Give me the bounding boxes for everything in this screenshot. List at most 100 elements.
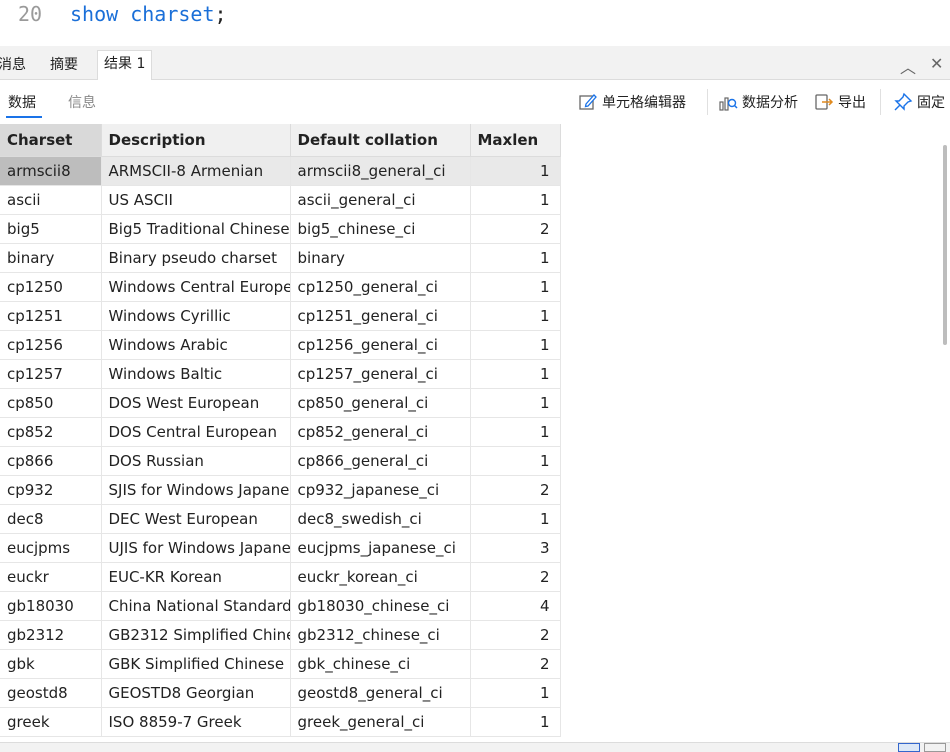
table-cell[interactable]: 1 [470,156,561,186]
table-row[interactable]: cp1251 Windows Cyrillic cp1251_general_ci 1 [0,301,561,331]
table-cell[interactable]: Windows Central Europe [101,272,291,302]
table-row[interactable]: ascii US ASCII ascii_general_ci 1 [0,185,561,215]
table-cell[interactable]: greek_general_ci [290,707,471,737]
table-row[interactable]: gb2312 GB2312 Simplified Chine gb2312_chin… [0,620,561,650]
table-cell[interactable]: 2 [470,620,561,650]
table-cell[interactable]: ARMSCII-8 Armenian [101,156,291,186]
table-cell[interactable]: cp1251 [0,301,102,331]
table-cell[interactable]: cp1250 [0,272,102,302]
table-cell[interactable]: geostd8_general_ci [290,678,471,708]
table-cell[interactable]: gbk_chinese_ci [290,649,471,679]
table-cell[interactable]: 1 [470,359,561,389]
table-cell[interactable]: 1 [470,446,561,476]
tab-messages[interactable]: 消息 [0,54,26,80]
table-cell[interactable]: gb18030_chinese_ci [290,591,471,621]
table-cell[interactable]: 1 [470,330,561,360]
table-cell[interactable]: 3 [470,533,561,563]
table-cell[interactable]: cp1257_general_ci [290,359,471,389]
column-header[interactable]: Maxlen [470,124,561,157]
table-cell[interactable]: Windows Cyrillic [101,301,291,331]
table-cell[interactable]: GEOSTD8 Georgian [101,678,291,708]
table-cell[interactable]: China National Standard [101,591,291,621]
table-cell[interactable]: armscii8 [0,156,102,186]
tab-result-1[interactable]: 结果 1 [97,50,153,81]
tab-info[interactable]: 信息 [68,92,96,112]
table-cell[interactable]: 1 [470,678,561,708]
table-cell[interactable]: UJIS for Windows Japane [101,533,291,563]
table-cell[interactable]: US ASCII [101,185,291,215]
table-row[interactable]: cp850 DOS West European cp850_general_ci 1 [0,388,561,418]
table-cell[interactable]: cp850_general_ci [290,388,471,418]
table-cell[interactable]: euckr_korean_ci [290,562,471,592]
tab-data[interactable]: 数据 [8,92,36,112]
table-cell[interactable]: 1 [470,388,561,418]
table-cell[interactable]: Windows Arabic [101,330,291,360]
table-cell[interactable]: DOS Central European [101,417,291,447]
table-cell[interactable]: 4 [470,591,561,621]
sql-editor[interactable]: 20 show charset; [0,0,950,46]
table-row[interactable]: dec8 DEC West European dec8_swedish_ci 1 [0,504,561,534]
table-cell[interactable]: cp850 [0,388,102,418]
table-cell[interactable]: cp1250_general_ci [290,272,471,302]
table-row[interactable]: euckr EUC-KR Korean euckr_korean_ci 2 [0,562,561,592]
table-cell[interactable]: cp1257 [0,359,102,389]
table-cell[interactable]: DEC West European [101,504,291,534]
table-cell[interactable]: euckr [0,562,102,592]
collapse-icon[interactable]: ︿ [900,54,916,78]
table-row[interactable]: cp852 DOS Central European cp852_general_c… [0,417,561,447]
table-row[interactable]: eucjpms UJIS for Windows Japane eucjpms_ja… [0,533,561,563]
table-cell[interactable]: ISO 8859-7 Greek [101,707,291,737]
table-cell[interactable]: cp1256_general_ci [290,330,471,360]
table-cell[interactable]: 2 [470,214,561,244]
table-cell[interactable]: eucjpms [0,533,102,563]
grid-view-icon[interactable] [898,743,920,752]
table-cell[interactable]: 1 [470,301,561,331]
table-cell[interactable]: eucjpms_japanese_ci [290,533,471,563]
table-cell[interactable]: 2 [470,649,561,679]
table-cell[interactable]: EUC-KR Korean [101,562,291,592]
table-cell[interactable]: cp852 [0,417,102,447]
data-analysis-button[interactable]: 数据分析 [718,90,798,114]
table-cell[interactable]: cp866 [0,446,102,476]
table-cell[interactable]: big5_chinese_ci [290,214,471,244]
table-cell[interactable]: armscii8_general_ci [290,156,471,186]
table-cell[interactable]: Big5 Traditional Chinese [101,214,291,244]
table-row[interactable]: cp932 SJIS for Windows Japane cp932_japane… [0,475,561,505]
table-row[interactable]: geostd8 GEOSTD8 Georgian geostd8_general_c… [0,678,561,708]
table-cell[interactable]: GBK Simplified Chinese [101,649,291,679]
form-view-icon[interactable] [924,743,946,752]
pin-button[interactable]: 固定 [893,90,945,114]
close-icon[interactable]: ✕ [930,54,943,73]
table-cell[interactable]: SJIS for Windows Japane [101,475,291,505]
table-cell[interactable]: geostd8 [0,678,102,708]
table-cell[interactable]: cp932 [0,475,102,505]
table-cell[interactable]: gb2312 [0,620,102,650]
table-cell[interactable]: big5 [0,214,102,244]
table-cell[interactable]: 1 [470,243,561,273]
table-cell[interactable]: 2 [470,562,561,592]
table-cell[interactable]: 1 [470,417,561,447]
table-cell[interactable]: 2 [470,475,561,505]
table-row[interactable]: cp1257 Windows Baltic cp1257_general_ci 1 [0,359,561,389]
table-cell[interactable]: binary [0,243,102,273]
table-cell[interactable]: DOS Russian [101,446,291,476]
tab-summary[interactable]: 摘要 [50,54,78,80]
table-row[interactable]: gbk GBK Simplified Chinese gbk_chinese_ci 2 [0,649,561,679]
table-cell[interactable]: cp1256 [0,330,102,360]
table-cell[interactable]: binary [290,243,471,273]
table-cell[interactable]: Binary pseudo charset [101,243,291,273]
table-cell[interactable]: cp932_japanese_ci [290,475,471,505]
table-cell[interactable]: dec8 [0,504,102,534]
code-line[interactable]: show charset; [70,2,227,26]
table-row[interactable]: cp1250 Windows Central Europe cp1250_gener… [0,272,561,302]
table-row[interactable]: greek ISO 8859-7 Greek greek_general_ci 1 [0,707,561,737]
table-row[interactable]: armscii8 ARMSCII-8 Armenian armscii8_gener… [0,156,561,186]
table-row[interactable]: gb18030 China National Standard gb18030_ch… [0,591,561,621]
column-header[interactable]: Default collation [290,124,471,157]
cell-editor-button[interactable]: 单元格编辑器 [578,90,686,114]
table-cell[interactable]: 1 [470,185,561,215]
table-cell[interactable]: dec8_swedish_ci [290,504,471,534]
table-cell[interactable]: Windows Baltic [101,359,291,389]
table-cell[interactable]: gb2312_chinese_ci [290,620,471,650]
table-cell[interactable]: gb18030 [0,591,102,621]
